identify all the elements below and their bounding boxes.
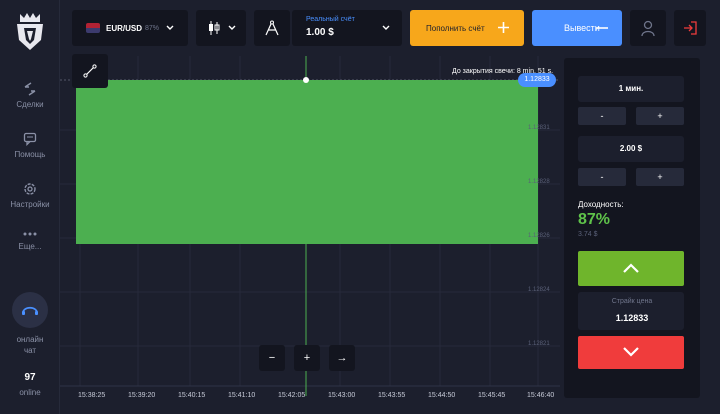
- deposit-button[interactable]: Пополнить счёт: [410, 10, 524, 46]
- time-axis-label: 15:44:50: [428, 392, 456, 399]
- time-axis-label: 15:46:40: [527, 392, 555, 399]
- duration-field[interactable]: 1 мин.: [578, 76, 684, 102]
- profit-label: Доходность:: [578, 200, 624, 209]
- amount-value: 2.00 $: [619, 144, 643, 153]
- sidebar-item-label: Сделки: [16, 100, 44, 109]
- duration-value: 1 мин.: [618, 84, 644, 93]
- withdraw-button[interactable]: Вывести: [532, 10, 622, 46]
- price-axis-label: 1.12826: [528, 233, 550, 239]
- amount-field[interactable]: 2.00 $: [578, 136, 684, 162]
- sidebar-item-more[interactable]: Еще...: [0, 230, 60, 251]
- deposit-label: Пополнить счёт: [426, 24, 485, 33]
- price-point: [303, 77, 309, 83]
- time-axis-label: 15:38:25: [78, 392, 106, 399]
- amount-plus-button[interactable]: +: [636, 168, 684, 186]
- sidebar: Сделки Помощь Настройки Еще... онлайн ча…: [0, 0, 60, 414]
- strike-value: 1.12833: [615, 313, 649, 323]
- user-icon: [641, 20, 655, 36]
- time-axis-label: 15:43:55: [378, 392, 406, 399]
- sidebar-item-trades[interactable]: Сделки: [0, 82, 60, 109]
- time-axis-label: 15:43:00: [328, 392, 356, 399]
- zoom-in-button[interactable]: +: [294, 345, 320, 371]
- chevron-down-icon: [166, 25, 174, 30]
- price-axis-label: 1.12821: [528, 341, 550, 347]
- online-count: 97: [24, 372, 36, 383]
- minus-icon: [596, 27, 608, 29]
- account-type-label: Реальный счёт: [306, 16, 355, 23]
- lion-logo-icon[interactable]: [14, 12, 46, 52]
- asset-selector[interactable]: EUR/USD 87%: [72, 10, 188, 46]
- price-axis-label: 1.12828: [528, 179, 550, 185]
- trades-icon: [24, 82, 36, 96]
- chevron-up-icon: [623, 263, 639, 273]
- compass-icon: [265, 20, 279, 36]
- us-flag-icon: [86, 23, 100, 33]
- asset-name: EUR/USD: [106, 23, 143, 33]
- current-price-tag: 1.12833: [518, 73, 556, 87]
- amount-minus-button[interactable]: -: [578, 168, 626, 186]
- profit-percent: 87%: [578, 211, 611, 228]
- chat-label: онлайн чат: [16, 335, 44, 355]
- headset-icon: [22, 306, 38, 315]
- candlestick-icon: [209, 21, 220, 35]
- sidebar-item-label: Еще...: [18, 242, 42, 251]
- time-axis-label: 15:39:20: [128, 392, 156, 399]
- price-axis-label: 1.12824: [528, 287, 550, 293]
- put-down-button[interactable]: [578, 336, 684, 369]
- sidebar-item-help[interactable]: Помощь: [0, 132, 60, 159]
- chart-type-selector[interactable]: [196, 10, 246, 46]
- more-dots-icon: [23, 232, 37, 236]
- line-tool-icon: [83, 64, 97, 78]
- time-axis-label: 15:45:45: [478, 392, 506, 399]
- time-axis-label: 15:41:10: [228, 392, 256, 399]
- gear-icon: [24, 183, 36, 195]
- drawing-tools-button[interactable]: [254, 10, 290, 46]
- draw-line-tool-button[interactable]: [72, 54, 108, 88]
- sidebar-item-label: Настройки: [10, 200, 50, 209]
- time-axis-label: 15:42:05: [278, 392, 306, 399]
- profile-button[interactable]: [630, 10, 666, 46]
- online-label: online: [19, 388, 41, 397]
- strike-label: Страйк цена: [611, 298, 653, 305]
- withdraw-label: Вывести: [564, 23, 600, 33]
- help-chat-icon: [23, 132, 37, 146]
- asset-payout: 87%: [145, 24, 160, 32]
- call-up-button[interactable]: [578, 251, 684, 286]
- trade-panel: 1 мин. - + 2.00 $ - + Доходность: 87% 3.…: [564, 58, 700, 398]
- duration-minus-button[interactable]: -: [578, 107, 626, 125]
- chevron-down-icon: [228, 25, 236, 30]
- chevron-down-icon: [382, 25, 390, 30]
- price-axis-label: 1.12831: [528, 125, 550, 131]
- profit-amount: 3.74 $: [578, 231, 598, 238]
- scroll-right-button[interactable]: →: [329, 345, 355, 371]
- sidebar-item-label: Помощь: [14, 150, 46, 159]
- candle: [76, 80, 538, 244]
- duration-plus-button[interactable]: +: [636, 107, 684, 125]
- sidebar-item-settings[interactable]: Настройки: [0, 182, 60, 209]
- plus-icon: [498, 22, 509, 33]
- chevron-down-icon: [623, 347, 639, 357]
- zoom-out-button[interactable]: −: [259, 345, 285, 371]
- logout-icon: [684, 21, 697, 35]
- account-selector[interactable]: Реальный счёт 1.00 $: [292, 10, 402, 46]
- online-chat-button[interactable]: [12, 292, 48, 328]
- logout-button[interactable]: [674, 10, 706, 46]
- time-axis-label: 15:40:15: [178, 392, 206, 399]
